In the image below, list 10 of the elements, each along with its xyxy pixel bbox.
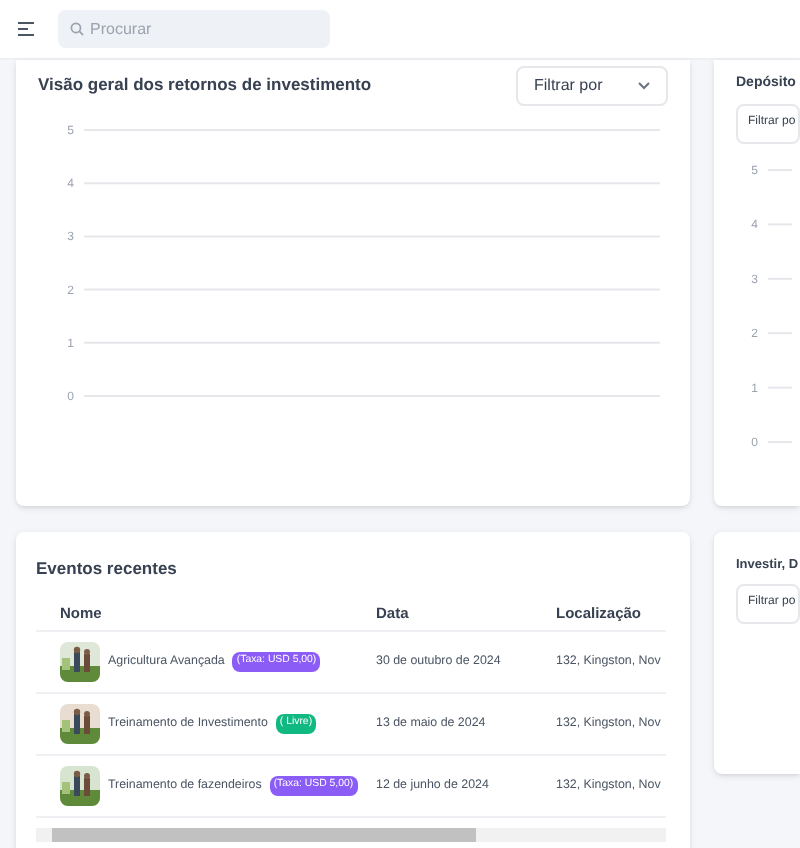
search-input[interactable]: Procurar: [90, 17, 310, 41]
horizontal-scrollbar[interactable]: [36, 827, 666, 842]
search-field[interactable]: Procurar: [58, 10, 330, 48]
chevron-down-icon: [638, 82, 650, 90]
card-title: Eventos recentes: [36, 556, 179, 582]
search-icon: [70, 22, 84, 36]
card-title: Visão geral dos retornos de investimento: [38, 72, 372, 98]
filter-select[interactable]: Filtrar por: [516, 66, 668, 106]
menu-icon[interactable]: [18, 22, 34, 36]
scrollbar-thumb[interactable]: [52, 827, 476, 842]
